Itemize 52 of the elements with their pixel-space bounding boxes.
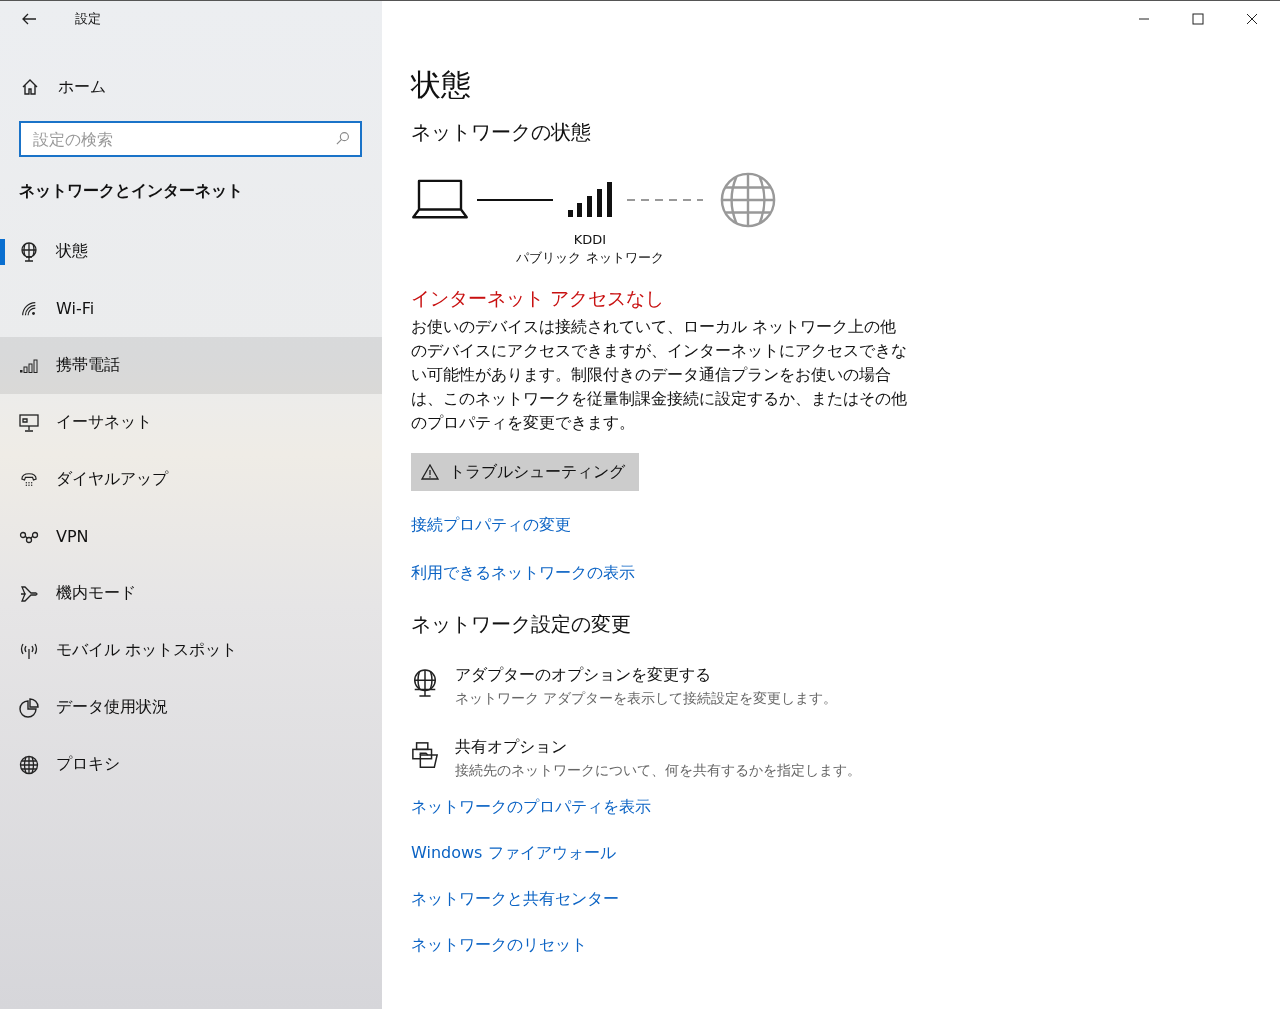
troubleshoot-button[interactable]: トラブルシューティング bbox=[411, 453, 639, 491]
settings-link[interactable]: 接続プロパティの変更 bbox=[411, 511, 571, 539]
settings-link[interactable]: 利用できるネットワークの表示 bbox=[411, 559, 635, 587]
status-description: お使いのデバイスは接続されていて、ローカル ネットワーク上の他のデバイスにアクセスできますが、インターネットにアクセスできない可能性があります。制限付きのデータ通信プランをお使いの場合は、このネットワークを従量制課金接続に設定するか、またはその他のプロパティを変更できます。 bbox=[411, 316, 908, 434]
phone-icon bbox=[19, 471, 39, 488]
printer-folder-icon[interactable] bbox=[411, 741, 439, 769]
network-name: KDDI bbox=[573, 231, 607, 249]
search-icon bbox=[335, 131, 350, 146]
option-link[interactable]: アダプターのオプションを変更する bbox=[455, 663, 838, 687]
option-description: ネットワーク アダプターを表示して接続設定を変更します。 bbox=[455, 689, 838, 708]
section-heading: ネットワークの状態 bbox=[411, 119, 591, 146]
settings-link[interactable]: ネットワークと共有センター bbox=[411, 885, 619, 913]
globe-icon bbox=[719, 171, 777, 229]
page-title: 状態 bbox=[411, 67, 471, 103]
home-item[interactable]: ホーム bbox=[0, 69, 382, 105]
nav-item[interactable]: プロキシ bbox=[0, 736, 382, 793]
nav-item[interactable]: Wi-Fi bbox=[0, 280, 382, 337]
nav-item[interactable]: ダイヤルアップ bbox=[0, 451, 382, 508]
warning-icon bbox=[421, 464, 439, 480]
settings-link[interactable]: ネットワークのプロパティを表示 bbox=[411, 793, 651, 821]
globe-icon bbox=[19, 754, 39, 775]
section-heading: ネットワーク設定の変更 bbox=[411, 611, 631, 638]
ethernet-monitor-icon bbox=[19, 413, 39, 432]
pie-chart-icon bbox=[19, 697, 39, 718]
globe-monitor-icon bbox=[19, 241, 39, 262]
settings-link[interactable]: ネットワークのリセット bbox=[411, 931, 587, 959]
cellular-signal-icon bbox=[19, 358, 39, 373]
nav-item[interactable]: 状態 bbox=[0, 223, 382, 280]
option-link[interactable]: 共有オプション bbox=[455, 735, 861, 759]
signal-bars-icon bbox=[567, 182, 613, 218]
settings-link[interactable]: Windows ファイアウォール bbox=[411, 839, 616, 867]
maximize-icon[interactable] bbox=[1192, 13, 1204, 25]
status-alert-text: インターネット アクセスなし bbox=[411, 286, 665, 311]
hotspot-icon bbox=[19, 641, 39, 660]
option-description: 接続先のネットワークについて、何を共有するかを指定します。 bbox=[455, 761, 861, 780]
nav-item[interactable]: モバイル ホットスポット bbox=[0, 622, 382, 679]
airplane-icon bbox=[19, 583, 39, 604]
nav-item[interactable]: VPN bbox=[0, 508, 382, 565]
home-icon bbox=[21, 78, 39, 96]
nav-item[interactable]: 携帯電話 bbox=[0, 337, 382, 394]
nav-item[interactable]: データ使用状況 bbox=[0, 679, 382, 736]
nav-item[interactable]: 機内モード bbox=[0, 565, 382, 622]
close-icon[interactable] bbox=[1246, 13, 1258, 25]
back-arrow-icon[interactable] bbox=[21, 11, 37, 27]
nav-item[interactable]: イーサネット bbox=[0, 394, 382, 451]
network-type: パブリック ネットワーク bbox=[516, 249, 664, 267]
laptop-icon bbox=[411, 179, 469, 221]
section-heading: ネットワークとインターネット bbox=[18, 181, 244, 202]
vpn-icon bbox=[19, 529, 39, 544]
search-field[interactable]: 設定の検索 bbox=[19, 121, 362, 157]
window-title: 設定 bbox=[75, 10, 101, 28]
globe-monitor-icon[interactable] bbox=[411, 669, 439, 697]
